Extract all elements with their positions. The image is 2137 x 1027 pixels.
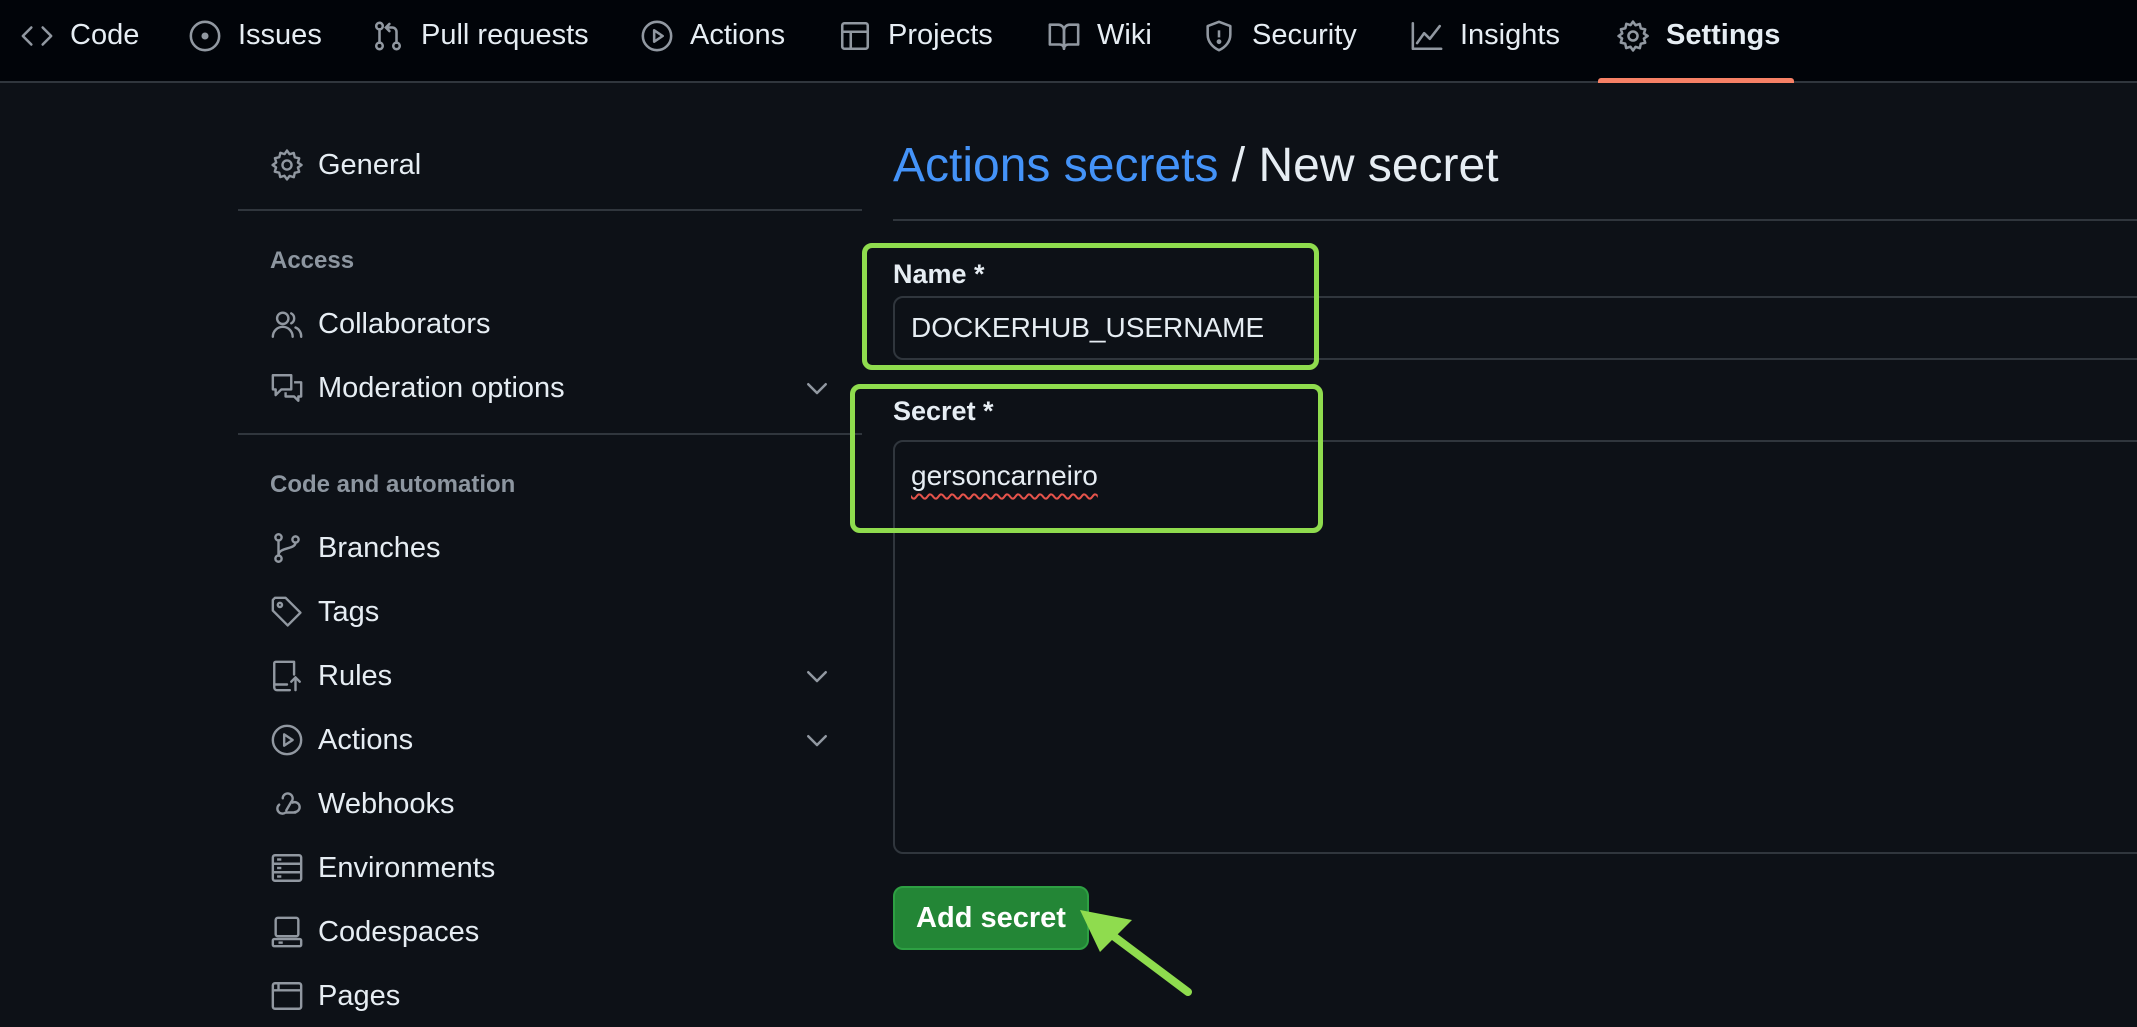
add-secret-button[interactable]: Add secret xyxy=(893,886,1089,950)
browser-icon xyxy=(270,979,304,1013)
divider xyxy=(238,433,862,435)
issue-opened-icon xyxy=(188,19,222,53)
shield-icon xyxy=(1202,19,1236,53)
tab-security[interactable]: Security xyxy=(1184,0,1371,81)
gear-icon xyxy=(270,148,304,182)
play-icon xyxy=(640,19,674,53)
chevron-down-icon[interactable] xyxy=(802,373,832,403)
sidebar-item-rules[interactable]: Rules xyxy=(238,647,862,705)
secret-name-input[interactable] xyxy=(893,296,2137,360)
tab-label: Security xyxy=(1252,19,1357,51)
tab-label: Issues xyxy=(238,19,322,51)
tab-insights[interactable]: Insights xyxy=(1392,0,1574,81)
sidebar-item-label: General xyxy=(318,148,422,181)
sidebar-item-label: Rules xyxy=(318,659,393,692)
sidebar-item-moderation-options[interactable]: Moderation options xyxy=(238,359,862,417)
tab-label: Pull requests xyxy=(421,19,589,51)
sidebar-item-label: Environments xyxy=(318,851,496,884)
table-icon xyxy=(838,19,872,53)
webhook-icon xyxy=(270,787,304,821)
chevron-down-icon[interactable] xyxy=(802,661,832,691)
tab-pull-requests[interactable]: Pull requests xyxy=(353,0,603,81)
tab-label: Wiki xyxy=(1097,19,1152,51)
tab-code[interactable]: Code xyxy=(2,0,153,81)
sidebar-item-general[interactable]: General xyxy=(238,136,862,194)
sidebar-heading-access: Access xyxy=(270,247,355,274)
graph-icon xyxy=(1410,19,1444,53)
repo-nav: Code Issues Pull requests Actions Projec… xyxy=(0,0,2137,83)
tab-label: Settings xyxy=(1666,19,1781,51)
book-icon xyxy=(1047,19,1081,53)
sidebar-item-label: Actions xyxy=(318,723,414,756)
secret-value-textarea[interactable]: gersoncarneiro xyxy=(893,440,2137,854)
divider xyxy=(893,219,2137,221)
repo-push-icon xyxy=(270,659,304,693)
sidebar-heading-code-automation: Code and automation xyxy=(270,471,516,498)
play-icon xyxy=(270,723,304,757)
breadcrumb-separator: / xyxy=(1218,139,1259,192)
tab-projects[interactable]: Projects xyxy=(820,0,1007,81)
page-title: Actions secrets / New secret xyxy=(893,138,1499,193)
codespaces-icon xyxy=(270,915,304,949)
tab-issues[interactable]: Issues xyxy=(170,0,336,81)
sidebar-item-webhooks[interactable]: Webhooks xyxy=(238,775,862,833)
sidebar-item-label: Tags xyxy=(318,595,380,628)
sidebar-item-label: Moderation options xyxy=(318,371,565,404)
sidebar-item-label: Collaborators xyxy=(318,307,491,340)
sidebar-item-tags[interactable]: Tags xyxy=(238,583,862,641)
tab-settings[interactable]: Settings xyxy=(1598,0,1795,83)
code-icon xyxy=(20,19,54,53)
tab-label: Code xyxy=(70,19,140,51)
sidebar-item-label: Codespaces xyxy=(318,915,480,948)
sidebar-item-collaborators[interactable]: Collaborators xyxy=(238,295,862,353)
sidebar-item-label: Pages xyxy=(318,979,401,1012)
divider xyxy=(238,209,862,211)
gear-icon xyxy=(1616,19,1650,53)
sidebar-item-codespaces[interactable]: Codespaces xyxy=(238,903,862,961)
sidebar-item-label: Webhooks xyxy=(318,787,455,820)
tab-label: Actions xyxy=(690,19,786,51)
people-icon xyxy=(270,307,304,341)
git-branch-icon xyxy=(270,531,304,565)
sidebar-item-label: Branches xyxy=(318,531,441,564)
secret-label: Secret * xyxy=(893,396,994,426)
breadcrumb-actions-secrets[interactable]: Actions secrets xyxy=(893,139,1218,192)
tab-wiki[interactable]: Wiki xyxy=(1029,0,1166,81)
name-label: Name * xyxy=(893,259,985,289)
sidebar-item-environments[interactable]: Environments xyxy=(238,839,862,897)
git-pull-request-icon xyxy=(371,19,405,53)
sidebar-item-pages[interactable]: Pages xyxy=(238,967,862,1025)
sidebar-item-actions[interactable]: Actions xyxy=(238,711,862,769)
tab-label: Projects xyxy=(888,19,993,51)
breadcrumb-current: New secret xyxy=(1258,139,1499,192)
server-icon xyxy=(270,851,304,885)
annotation-arrow-icon xyxy=(1080,910,1192,996)
tab-actions[interactable]: Actions xyxy=(622,0,799,81)
chevron-down-icon[interactable] xyxy=(802,725,832,755)
comment-discussion-icon xyxy=(270,371,304,405)
tab-label: Insights xyxy=(1460,19,1560,51)
sidebar-item-branches[interactable]: Branches xyxy=(238,519,862,577)
tag-icon xyxy=(270,595,304,629)
